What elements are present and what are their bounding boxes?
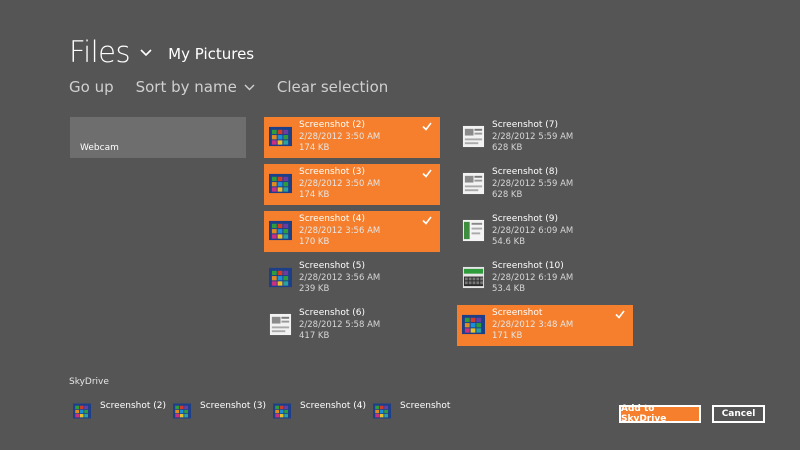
file-size: 174 KB [299,190,330,200]
file-name: Screenshot (3) [299,167,365,177]
selected-files-basket: Screenshot (2) Screenshot (3) Screenshot (… [70,400,470,420]
file-name: Screenshot (2) [299,120,365,130]
file-name: Screenshot (7) [492,120,558,130]
basket-item-label: Screenshot (3) [200,401,266,411]
basket-item-label: Screenshot (4) [300,401,366,411]
file-tile[interactable]: Screenshot (2) 2/28/2012 3:50 AM 174 KB [264,117,440,158]
basket-item-label: Screenshot [400,401,451,411]
file-name: Screenshot [492,308,543,318]
file-size: 628 KB [492,190,523,200]
basket-item[interactable]: Screenshot (4) [270,400,370,420]
file-tile[interactable]: Screenshot (3) 2/28/2012 3:50 AM 174 KB [264,164,440,205]
file-size: 174 KB [299,143,330,153]
checkmark-icon [422,169,432,178]
start-screen-thumbnail-icon [269,267,292,288]
file-picker: Files My Pictures Go up Sort by name Cle… [0,0,800,450]
basket-item[interactable]: Screenshot (3) [170,400,270,420]
clear-selection-button[interactable]: Clear selection [277,78,388,96]
sort-dropdown[interactable]: Sort by name [136,78,255,96]
clear-selection-label: Clear selection [276,78,389,96]
file-size: 53.4 KB [492,284,526,294]
checkmark-icon [422,122,432,131]
file-size: 417 KB [299,331,330,341]
file-tile[interactable]: Screenshot 2/28/2012 3:48 AM 171 KB [457,305,633,346]
document-thumbnail-icon [462,125,485,148]
checkmark-icon [422,216,432,225]
file-name: Screenshot (5) [299,261,365,271]
file-size: 628 KB [492,143,523,153]
cancel-button[interactable]: Cancel [712,405,765,423]
file-size: 239 KB [299,284,330,294]
basket-label: SkyDrive [69,377,109,387]
keyboard-thumbnail-icon [462,266,485,289]
file-date: 2/28/2012 3:50 AM [299,179,381,189]
file-tile[interactable]: Screenshot (6) 2/28/2012 5:58 AM 417 KB [264,305,440,346]
file-date: 2/28/2012 6:09 AM [492,226,574,236]
go-up-button[interactable]: Go up [69,78,114,96]
file-date: 2/28/2012 3:56 AM [299,273,381,283]
file-date: 2/28/2012 3:56 AM [299,226,381,236]
go-up-label: Go up [69,78,114,96]
document-thumbnail-icon [269,313,292,336]
start-screen-thumbnail-icon [269,220,292,241]
chevron-down-icon[interactable] [140,49,152,57]
location-label: My Pictures [168,45,255,63]
start-screen-thumbnail-icon [269,126,292,147]
file-date: 2/28/2012 5:59 AM [492,179,574,189]
start-screen-thumbnail-icon [269,173,292,194]
sort-label: Sort by name [135,78,237,96]
file-name: Screenshot (6) [299,308,365,318]
start-screen-thumbnail-icon [273,403,291,419]
green-doc-thumbnail-icon [462,219,485,242]
file-tile[interactable]: Screenshot (7) 2/28/2012 5:59 AM 628 KB [457,117,633,158]
file-date: 2/28/2012 3:48 AM [492,320,574,330]
file-date: 2/28/2012 5:59 AM [492,132,574,142]
file-tile[interactable]: Screenshot (4) 2/28/2012 3:56 AM 170 KB [264,211,440,252]
basket-item[interactable]: Screenshot [370,400,470,420]
file-date: 2/28/2012 6:19 AM [492,273,574,283]
header: Files My Pictures [69,30,254,70]
webcam-label: Webcam [80,143,119,153]
file-size: 170 KB [299,237,330,247]
page-title: Files [69,35,131,69]
start-screen-thumbnail-icon [73,403,91,419]
start-screen-thumbnail-icon [462,314,485,335]
file-tile[interactable]: Screenshot (8) 2/28/2012 5:59 AM 628 KB [457,164,633,205]
file-name: Screenshot (4) [299,214,365,224]
webcam-tile[interactable]: Webcam [70,117,246,158]
file-name: Screenshot (9) [492,214,558,224]
start-screen-thumbnail-icon [373,403,391,419]
checkmark-icon [615,310,625,319]
file-tile[interactable]: Screenshot (9) 2/28/2012 6:09 AM 54.6 KB [457,211,633,252]
chevron-down-icon [244,84,255,90]
file-size: 171 KB [492,331,523,341]
file-name: Screenshot (10) [492,261,564,271]
file-name: Screenshot (8) [492,167,558,177]
document-thumbnail-icon [462,172,485,195]
basket-item[interactable]: Screenshot (2) [70,400,170,420]
file-date: 2/28/2012 3:50 AM [299,132,381,142]
start-screen-thumbnail-icon [173,403,191,419]
add-to-skydrive-button[interactable]: Add to SkyDrive [619,404,701,424]
basket-item-label: Screenshot (2) [100,401,166,411]
file-tile[interactable]: Screenshot (5) 2/28/2012 3:56 AM 239 KB [264,258,440,299]
command-bar: Go up Sort by name Clear selection [69,78,410,96]
file-size: 54.6 KB [492,237,526,247]
file-tile[interactable]: Screenshot (10) 2/28/2012 6:19 AM 53.4 KB [457,258,633,299]
file-date: 2/28/2012 5:58 AM [299,320,381,330]
